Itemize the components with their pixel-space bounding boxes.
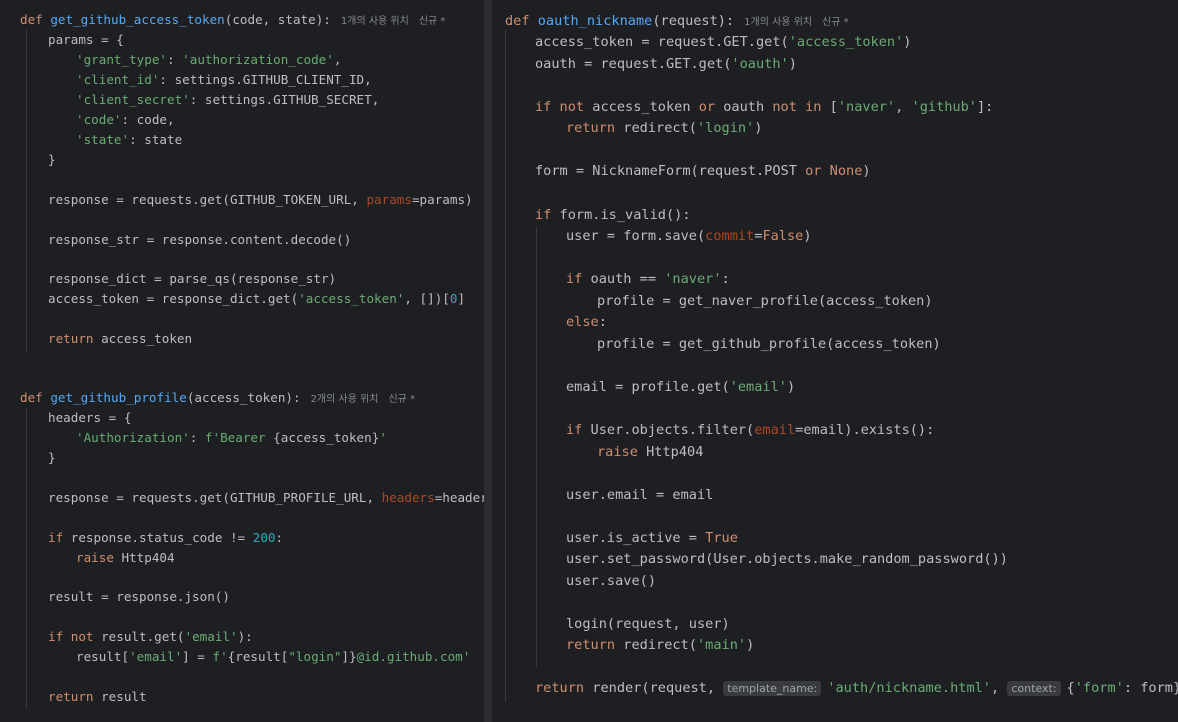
code-line[interactable]: 'grant_type': 'authorization_code',: [76, 51, 341, 69]
code-line[interactable]: 'state': state: [76, 131, 182, 149]
left-editor-pane[interactable]: def get_github_access_token(code, state)…: [0, 0, 484, 722]
code-line[interactable]: result['email'] = f'{result["login"]}@id…: [76, 648, 470, 666]
usage-hint[interactable]: 1개의 사용 위치 신규 *: [341, 16, 446, 27]
code-line[interactable]: return render(request, template_name:'au…: [535, 679, 1178, 698]
code-line[interactable]: result = response.json(): [48, 588, 230, 606]
code-line[interactable]: response_str = response.content.decode(): [48, 231, 351, 249]
function-name[interactable]: oauth_nickname: [538, 13, 653, 29]
indent-guide: [505, 30, 506, 702]
code-line[interactable]: if response.status_code != 200:: [48, 529, 283, 547]
code-line[interactable]: response = requests.get(GITHUB_PROFILE_U…: [48, 489, 484, 507]
code-line[interactable]: raise Http404: [76, 549, 175, 567]
indent-guide: [26, 30, 27, 352]
code-line[interactable]: access_token = response_dict.get('access…: [48, 290, 465, 308]
code-line[interactable]: 'Authorization': f'Bearer {access_token}…: [76, 429, 387, 447]
code-line[interactable]: login(request, user): [566, 615, 730, 633]
code-line[interactable]: profile = get_github_profile(access_toke…: [597, 335, 941, 353]
code-line[interactable]: raise Http404: [597, 443, 703, 461]
code-line[interactable]: user.save(): [566, 572, 656, 590]
code-line[interactable]: if not access_token or oauth not in ['na…: [535, 98, 993, 116]
code-line[interactable]: headers = {: [48, 409, 131, 427]
code-line[interactable]: user.email = email: [566, 486, 713, 504]
indent-guide: [536, 227, 537, 667]
parameter-inlay-hint: template_name:: [723, 681, 822, 696]
code-line[interactable]: user = form.save(commit=False): [566, 227, 812, 245]
indent-guide: [26, 408, 27, 708]
code-line[interactable]: if oauth == 'naver':: [566, 270, 730, 288]
code-line[interactable]: response = requests.get(GITHUB_TOKEN_URL…: [48, 191, 473, 209]
code-line[interactable]: 'client_secret': settings.GITHUB_SECRET,: [76, 91, 379, 109]
code-line[interactable]: oauth = request.GET.get('oauth'): [535, 55, 797, 73]
code-line[interactable]: 'client_id': settings.GITHUB_CLIENT_ID,: [76, 71, 372, 89]
code-line[interactable]: }: [48, 449, 56, 467]
code-line[interactable]: return result: [48, 688, 147, 706]
function-name[interactable]: get_github_access_token: [50, 12, 224, 27]
code-line[interactable]: if not result.get('email'):: [48, 628, 253, 646]
code-line[interactable]: }: [48, 151, 56, 169]
code-line[interactable]: user.is_active = True: [566, 529, 738, 547]
code-line[interactable]: params = {: [48, 31, 124, 49]
code-line[interactable]: return redirect('login'): [566, 119, 762, 137]
code-line[interactable]: return access_token: [48, 330, 192, 348]
code-line[interactable]: 'code': code,: [76, 111, 175, 129]
usage-hint[interactable]: 1개의 사용 위치 신규 *: [744, 17, 849, 28]
parameter-inlay-hint: context:: [1007, 681, 1061, 696]
code-line[interactable]: user.set_password(User.objects.make_rand…: [566, 550, 1008, 568]
code-line[interactable]: def get_github_profile(access_token): 2개의…: [20, 389, 415, 409]
code-line[interactable]: def get_github_access_token(code, state)…: [20, 11, 445, 31]
pane-divider[interactable]: [484, 0, 492, 722]
code-line[interactable]: access_token = request.GET.get('access_t…: [535, 33, 911, 51]
code-line[interactable]: if form.is_valid():: [535, 206, 691, 224]
function-name[interactable]: get_github_profile: [50, 390, 186, 405]
right-editor-pane[interactable]: def oauth_nickname(request): 1개의 사용 위치 신규 …: [492, 0, 1178, 722]
code-line[interactable]: if User.objects.filter(email=email).exis…: [566, 421, 934, 439]
usage-hint[interactable]: 2개의 사용 위치 신규 *: [311, 394, 416, 405]
code-line[interactable]: else:: [566, 313, 607, 331]
code-line[interactable]: email = profile.get('email'): [566, 378, 795, 396]
code-line[interactable]: response_dict = parse_qs(response_str): [48, 270, 336, 288]
code-line[interactable]: def oauth_nickname(request): 1개의 사용 위치 신규 …: [505, 12, 849, 32]
code-line[interactable]: form = NicknameForm(request.POST or None…: [535, 162, 871, 180]
code-line[interactable]: return redirect('main'): [566, 636, 754, 654]
code-line[interactable]: profile = get_naver_profile(access_token…: [597, 292, 933, 310]
